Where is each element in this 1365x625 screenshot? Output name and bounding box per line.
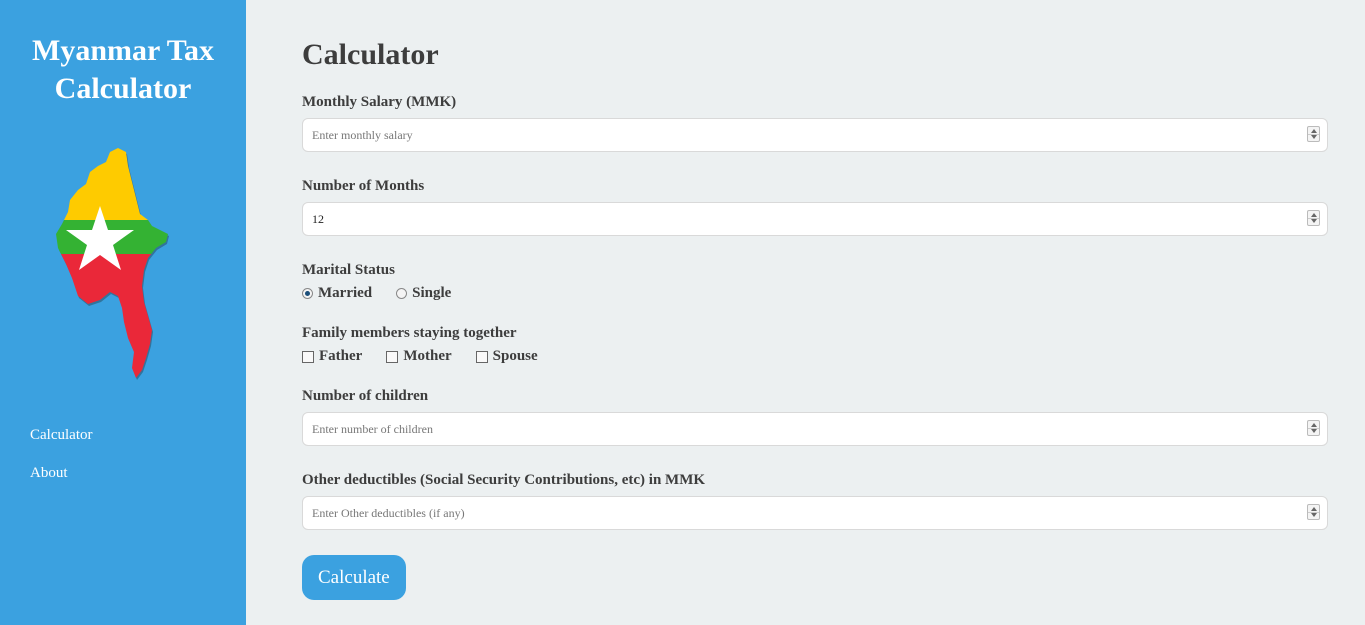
spouse-checkbox[interactable] [475, 350, 488, 363]
family-option-father[interactable]: Father [302, 348, 362, 365]
father-label: Father [319, 348, 363, 364]
single-radio[interactable] [396, 288, 408, 299]
deductibles-label: Other deductibles (Social Security Contr… [302, 472, 706, 488]
monthly-salary-input[interactable] [302, 118, 1328, 152]
children-label: Number of children [302, 388, 429, 404]
family-members-label: Family members staying together [302, 325, 517, 341]
marital-status-label: Marital Status [302, 262, 395, 278]
mother-label: Mother [403, 348, 452, 364]
deductibles-field-wrap [302, 496, 1328, 530]
father-checkbox[interactable] [302, 350, 314, 363]
mother-checkbox[interactable] [386, 350, 399, 363]
children-spinner[interactable] [1307, 420, 1320, 436]
months-field-wrap [302, 202, 1328, 236]
family-option-spouse[interactable]: Spouse [475, 348, 538, 365]
family-option-mother[interactable]: Mother [386, 348, 452, 365]
deductibles-spinner[interactable] [1307, 504, 1320, 520]
months-label: Number of Months [302, 178, 425, 194]
months-input[interactable] [302, 202, 1328, 236]
myanmar-flag-map-icon [56, 148, 169, 380]
deductibles-input[interactable] [302, 496, 1328, 530]
marital-option-married[interactable]: Married [302, 285, 372, 302]
married-label: Married [318, 285, 373, 301]
nav-item-about[interactable]: About [30, 463, 92, 483]
monthly-salary-label: Monthly Salary (MMK) [302, 94, 457, 110]
single-label: Single [412, 285, 452, 301]
calculate-button[interactable]: Calculate [302, 555, 406, 600]
children-field-wrap [302, 412, 1328, 446]
monthly-salary-spinner[interactable] [1307, 126, 1320, 142]
sidebar-nav: Calculator About [30, 425, 92, 501]
sidebar: Myanmar Tax Calculator Calculator About [0, 0, 246, 625]
spouse-label: Spouse [492, 348, 538, 364]
family-members-options: Father Mother Spouse [302, 348, 562, 365]
app-title: Myanmar Tax Calculator [32, 34, 214, 105]
marital-status-options: Married Single [302, 285, 475, 302]
page-title: Calculator [302, 38, 439, 71]
children-input[interactable] [302, 412, 1328, 446]
marital-option-single[interactable]: Single [396, 285, 451, 302]
monthly-salary-field-wrap [302, 118, 1328, 152]
months-spinner[interactable] [1307, 210, 1320, 226]
married-radio[interactable] [302, 288, 313, 299]
nav-item-calculator[interactable]: Calculator [30, 425, 92, 445]
